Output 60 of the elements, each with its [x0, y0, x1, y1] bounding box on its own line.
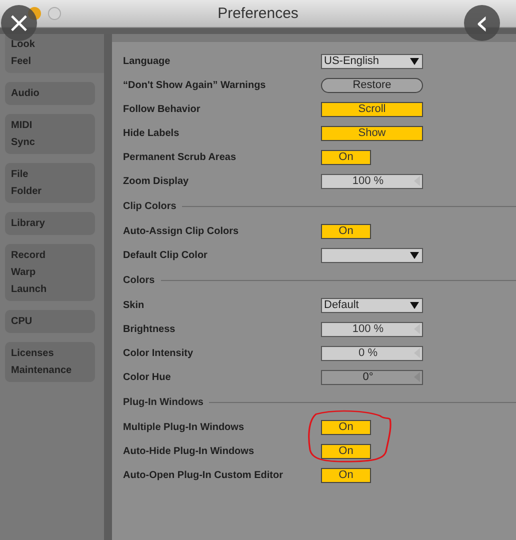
value-field[interactable]: 100 % [321, 174, 423, 188]
sidebar-item-label: Audio [11, 87, 40, 101]
value-field[interactable]: 0 % [321, 346, 423, 360]
dropdown[interactable] [321, 248, 423, 262]
triangle-icon [414, 372, 420, 382]
restore-button[interactable]: Restore [321, 78, 423, 92]
setting-label: Auto-Assign Clip Colors [123, 226, 240, 236]
sidebar-item-label: MIDI [11, 119, 32, 133]
setting-label: Brightness [123, 324, 176, 334]
sidebar-item-label: Maintenance [11, 364, 72, 378]
dropdown[interactable]: Default [321, 298, 423, 312]
triangle-icon [414, 324, 420, 334]
toggle-button[interactable]: On [321, 444, 371, 458]
setting-label: Follow Behavior [123, 104, 202, 114]
sidebar-item-label: Licenses [11, 347, 54, 361]
field-value: 0 % [358, 347, 378, 359]
sidebar-item-label: Library [11, 217, 45, 231]
setting-label: Permanent Scrub Areas [123, 152, 238, 162]
caret-icon [410, 252, 419, 258]
sidebar-item-label: Launch [11, 283, 47, 297]
triangle-icon [414, 348, 420, 358]
sidebar-item-label: File [11, 168, 28, 182]
setting-label: Zoom Display [123, 176, 190, 186]
setting-label: Auto-Open Plug-In Custom Editor [123, 470, 284, 480]
field-value: 100 % [351, 175, 385, 187]
value-field[interactable]: 100 % [321, 322, 423, 336]
dropdown-value: Default [324, 299, 359, 311]
setting-label: Auto-Hide Plug-In Windows [123, 446, 256, 456]
dropdown-value: US-English [324, 55, 380, 67]
section-heading: Colors [123, 275, 155, 286]
sidebar-item-label: Sync [11, 136, 35, 150]
field-value: 100 % [351, 323, 385, 335]
section-heading: Clip Colors [123, 201, 176, 212]
setting-label: Skin [123, 300, 146, 310]
setting-label: Default Clip Color [123, 250, 208, 260]
window-title: Preferences [218, 5, 298, 22]
setting-label: Multiple Plug-In Windows [123, 422, 246, 432]
field-value: 0° [362, 371, 374, 383]
setting-label: Color Intensity [123, 348, 194, 358]
toggle-button[interactable]: On [321, 150, 371, 164]
setting-label: Hide Labels [123, 128, 180, 138]
triangle-icon [414, 176, 420, 186]
sidebar-item-label: Feel [11, 55, 32, 69]
caret-icon [410, 302, 419, 308]
caret-icon [410, 58, 419, 64]
setting-label: “Don't Show Again” Warnings [123, 80, 267, 90]
toggle-button[interactable]: Show [321, 126, 423, 140]
sidebar-item-label: Warp [11, 266, 36, 280]
sidebar-item-label: Folder [11, 185, 42, 199]
toggle-button[interactable]: Scroll [321, 102, 423, 116]
setting-label: Color Hue [123, 372, 172, 382]
sidebar-item-label: Record [11, 249, 46, 263]
sidebar-item-label: Look [11, 38, 35, 52]
toggle-button[interactable]: On [321, 420, 371, 434]
setting-label: Language [123, 56, 172, 66]
toggle-button[interactable]: On [321, 468, 371, 482]
section-heading: Plug-In Windows [123, 397, 204, 408]
toggle-button[interactable]: On [321, 224, 371, 238]
sidebar-item-label: CPU [11, 315, 32, 329]
dropdown[interactable]: US-English [321, 54, 423, 68]
